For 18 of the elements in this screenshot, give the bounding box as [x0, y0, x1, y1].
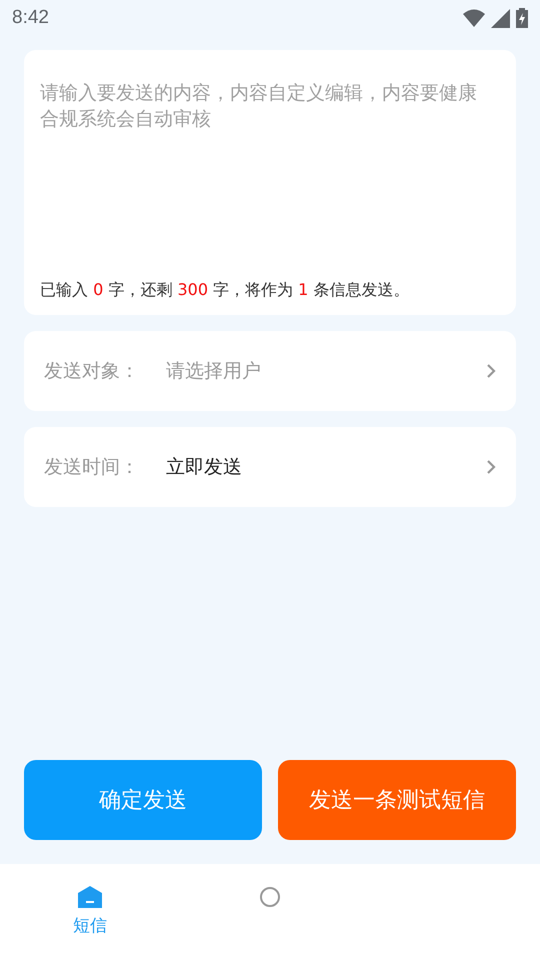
message-field[interactable]: 请输入要发送的内容，内容自定义编辑，内容要健康合规系统会自动审核 已输入 0 字，还剩 300 字，将作为 1 条信息发送。	[24, 50, 516, 315]
field-label: 发送时间：	[44, 455, 140, 480]
message-input[interactable]: 请输入要发送的内容，内容自定义编辑，内容要健康合规系统会自动审核	[40, 80, 485, 200]
tab-label[interactable]: 短信	[73, 914, 107, 937]
form-row[interactable]: 发送时间： 立即发送	[24, 427, 516, 507]
battery-icon	[516, 8, 528, 28]
status-time: 8:42	[12, 7, 49, 29]
test-send-button[interactable]: 发送一条测试短信	[278, 760, 516, 840]
chevron-icon	[486, 459, 496, 475]
form-row[interactable]: 发送对象： 请选择用户	[24, 331, 516, 411]
field-value: 请选择用户	[166, 359, 262, 384]
signal-icon	[491, 8, 510, 28]
chevron-icon	[486, 363, 496, 379]
field-value: 立即发送	[166, 455, 243, 480]
field-label: 发送对象：	[44, 359, 140, 384]
character-counter: 已输入 0 字，还剩 300 字，将作为 1 条信息发送。	[40, 280, 410, 301]
wifi-icon	[463, 9, 485, 27]
send-button[interactable]: 确定发送	[24, 760, 262, 840]
